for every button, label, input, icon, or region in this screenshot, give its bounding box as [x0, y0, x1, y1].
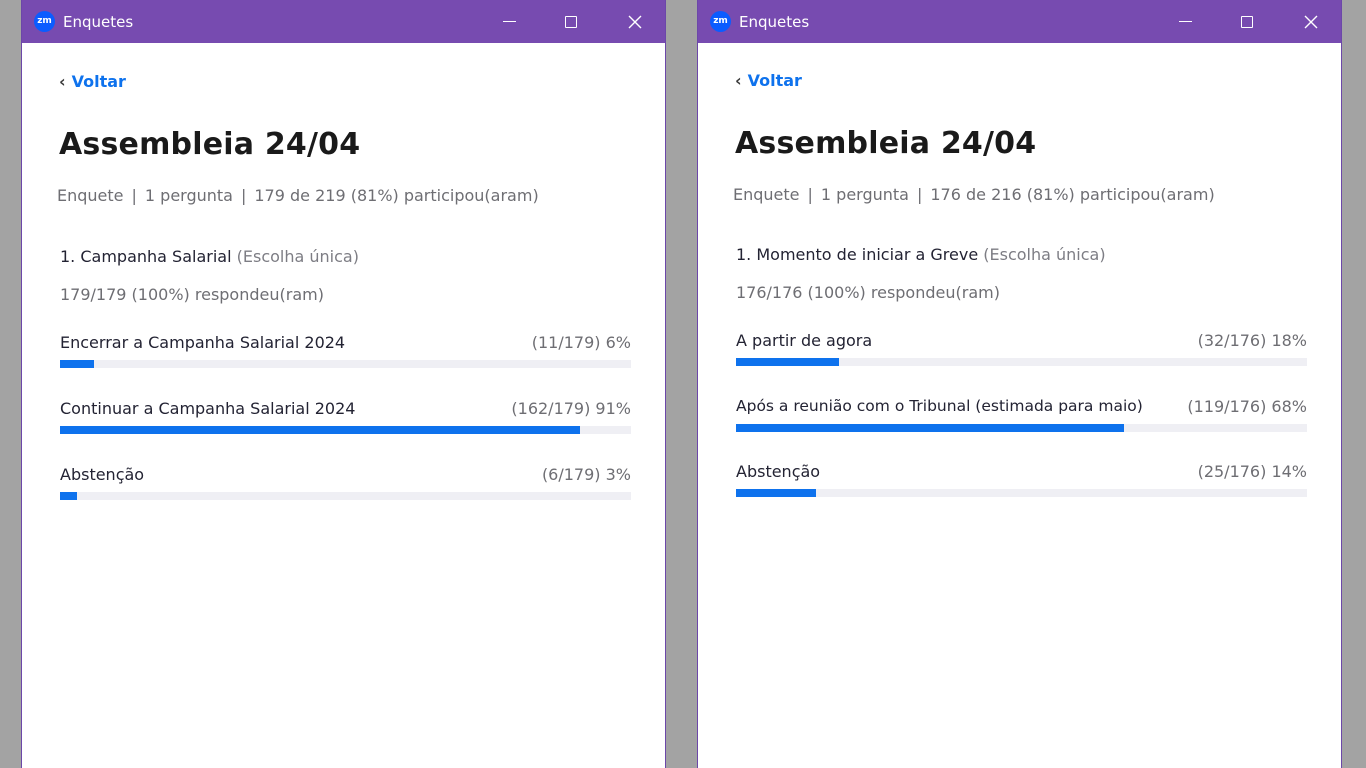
participation-count: 179 de 219 (81%) participou(aram)	[254, 186, 539, 205]
minimize-button[interactable]	[1163, 0, 1207, 43]
result-bar-track	[60, 360, 631, 368]
close-button[interactable]	[1289, 0, 1333, 43]
poll-option: Continuar a Campanha Salarial 2024 (162/…	[60, 399, 631, 447]
meta-separator: |	[807, 185, 813, 204]
poll-meta: Enquete | 1 pergunta | 179 de 219 (81%) part…	[57, 186, 539, 205]
poll-option: Após a reunião com o Tribunal (estimada …	[736, 397, 1307, 445]
poll-option: Abstenção (6/179) 3%	[60, 465, 631, 513]
poll-title: Assembleia 24/04	[735, 126, 1037, 161]
result-bar-track	[736, 424, 1307, 432]
participation-count: 176 de 216 (81%) participou(aram)	[930, 185, 1215, 204]
option-result: (32/176) 18%	[1197, 331, 1307, 350]
poll-content: ‹ Voltar Assembleia 24/04 Enquete | 1 perg…	[22, 43, 665, 768]
meta-separator: |	[240, 186, 247, 205]
close-button[interactable]	[613, 0, 657, 43]
maximize-icon	[565, 15, 577, 28]
option-result: (6/179) 3%	[541, 465, 631, 484]
chevron-left-icon: ‹	[735, 71, 742, 90]
meta-separator: |	[131, 186, 137, 205]
poll-option: Encerrar a Campanha Salarial 2024 (11/17…	[60, 333, 631, 381]
option-label: Continuar a Campanha Salarial 2024	[60, 399, 356, 418]
result-bar-fill	[736, 424, 1125, 432]
question-type: (Escolha única)	[236, 247, 359, 266]
back-label: Voltar	[71, 72, 126, 91]
result-bar-fill	[60, 360, 95, 368]
question-text: 1. Momento de iniciar a Greve	[736, 245, 979, 264]
option-label: Encerrar a Campanha Salarial 2024	[60, 333, 346, 352]
result-bar-track	[60, 426, 631, 434]
option-result: (25/176) 14%	[1197, 462, 1307, 481]
result-bar-track	[736, 489, 1307, 497]
result-bar-track	[60, 492, 631, 500]
question-count: 1 pergunta	[820, 185, 909, 204]
window-title: Enquetes	[739, 13, 810, 31]
close-icon	[628, 15, 642, 28]
question-title: 1. Campanha Salarial (Escolha única)	[60, 247, 359, 266]
result-bar-track	[736, 358, 1307, 366]
maximize-button[interactable]	[549, 0, 593, 43]
poll-type: Enquete	[733, 185, 800, 204]
option-label: Abstenção	[736, 462, 821, 481]
option-result: (119/176) 68%	[1187, 397, 1307, 416]
zoom-logo-icon: zm	[34, 11, 55, 32]
minimize-button[interactable]	[487, 0, 531, 43]
maximize-button[interactable]	[1225, 0, 1269, 43]
minimize-icon	[1178, 21, 1192, 22]
poll-meta: Enquete | 1 pergunta | 176 de 216 (81%) part…	[733, 185, 1215, 204]
answered-count: 176/176 (100%) respondeu(ram)	[736, 283, 1000, 302]
question-text: 1. Campanha Salarial	[60, 247, 232, 266]
poll-title: Assembleia 24/04	[59, 127, 361, 162]
result-bar-fill	[60, 426, 580, 434]
option-label: A partir de agora	[736, 331, 873, 350]
back-label: Voltar	[747, 71, 802, 90]
result-bar-fill	[736, 489, 816, 497]
result-bar-fill	[736, 358, 839, 366]
poll-window-right: zm Enquetes ‹ Voltar Assembleia 24/04 En…	[697, 0, 1342, 768]
back-link[interactable]: ‹ Voltar	[59, 72, 126, 91]
result-bar-fill	[60, 492, 78, 500]
option-label: Após a reunião com o Tribunal (estimada …	[736, 397, 1143, 415]
poll-window-left: zm Enquetes ‹ Voltar Assembleia 24/04 En…	[21, 0, 666, 768]
question-type: (Escolha única)	[983, 245, 1106, 264]
zoom-logo-icon: zm	[710, 11, 731, 32]
poll-option: A partir de agora (32/176) 18%	[736, 331, 1307, 379]
poll-content: ‹ Voltar Assembleia 24/04 Enquete | 1 perg…	[698, 43, 1341, 768]
question-count: 1 pergunta	[144, 186, 233, 205]
option-result: (162/179) 91%	[511, 399, 631, 418]
poll-option: Abstenção (25/176) 14%	[736, 462, 1307, 510]
option-label: Abstenção	[60, 465, 145, 484]
window-title: Enquetes	[63, 13, 134, 31]
window-titlebar[interactable]: zm Enquetes	[22, 0, 665, 43]
maximize-icon	[1241, 15, 1253, 28]
question-title: 1. Momento de iniciar a Greve (Escolha ú…	[736, 245, 1106, 264]
option-result: (11/179) 6%	[531, 333, 631, 352]
chevron-left-icon: ‹	[59, 72, 66, 91]
answered-count: 179/179 (100%) respondeu(ram)	[60, 285, 324, 304]
window-titlebar[interactable]: zm Enquetes	[698, 0, 1341, 43]
back-link[interactable]: ‹ Voltar	[735, 71, 802, 90]
poll-type: Enquete	[57, 186, 124, 205]
close-icon	[1304, 15, 1318, 28]
minimize-icon	[502, 21, 516, 22]
meta-separator: |	[916, 185, 923, 204]
